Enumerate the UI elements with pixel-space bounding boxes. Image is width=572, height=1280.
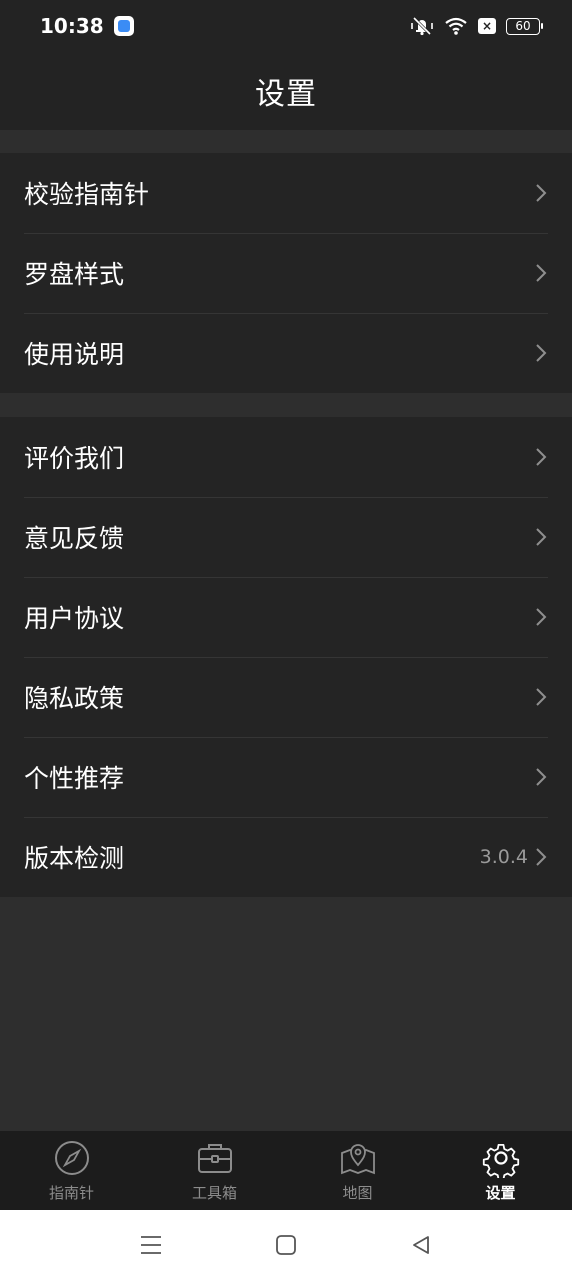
chevron-right-icon <box>536 608 547 626</box>
menu-item-right <box>534 606 548 628</box>
menu-item-right: 3.0.4 <box>480 846 548 868</box>
battery-indicator: 60 <box>506 17 543 35</box>
status-right: × 60 <box>410 16 543 36</box>
chevron-right-icon <box>536 688 547 706</box>
menu-item-right <box>534 182 548 204</box>
gear-icon <box>482 1143 519 1178</box>
version-value: 3.0.4 <box>479 846 528 868</box>
menu-item-label: 个性推荐 <box>24 764 125 793</box>
tab-label: 地图 <box>342 1184 373 1202</box>
menu-item-label: 罗盘样式 <box>24 260 125 289</box>
menu-item-right <box>534 686 548 708</box>
menu-item-rate-us[interactable]: 评价我们 <box>0 417 572 497</box>
sim-status-icon: × <box>478 18 496 34</box>
settings-group-general: 校验指南针 罗盘样式 使用说明 <box>0 153 572 393</box>
settings-group-about: 评价我们 意见反馈 用户协议 隐私政策 个性推荐 版本检测 3.0.4 <box>0 417 572 897</box>
mute-vibrate-icon <box>411 16 433 36</box>
menu-item-label: 意见反馈 <box>24 524 125 553</box>
menu-item-label: 版本检测 <box>24 844 125 873</box>
menu-item-right <box>534 526 548 548</box>
menu-item-label: 使用说明 <box>24 340 125 369</box>
tab-label: 工具箱 <box>191 1184 237 1202</box>
menu-item-label: 评价我们 <box>24 444 125 473</box>
menu-icon <box>141 1236 161 1254</box>
menu-item-right <box>534 342 548 364</box>
compass-icon <box>54 1141 89 1175</box>
menu-item-right <box>534 262 548 284</box>
nav-menu-button[interactable] <box>136 1230 166 1260</box>
menu-item-user-agreement[interactable]: 用户协议 <box>0 577 572 657</box>
toolbox-icon <box>197 1144 232 1173</box>
menu-item-right <box>534 766 548 788</box>
menu-item-personalized-recommendations[interactable]: 个性推荐 <box>0 737 572 817</box>
menu-item-feedback[interactable]: 意见反馈 <box>0 497 572 577</box>
map-pin-icon <box>340 1144 375 1175</box>
menu-item-instructions[interactable]: 使用说明 <box>0 313 572 393</box>
menu-item-right <box>534 446 548 468</box>
tab-label: 指南针 <box>48 1184 94 1202</box>
menu-item-label: 校验指南针 <box>24 180 150 209</box>
chevron-right-icon <box>536 848 547 866</box>
tab-toolbox[interactable]: 工具箱 <box>143 1131 286 1210</box>
status-time: 10:38 <box>40 14 104 38</box>
menu-item-calibrate-compass[interactable]: 校验指南针 <box>0 153 572 233</box>
chevron-right-icon <box>536 264 547 282</box>
bottom-tab-bar: 指南针 工具箱 地图 设置 <box>0 1131 572 1210</box>
page-title: 设置 <box>255 77 317 112</box>
status-bar: 10:38 × 60 <box>0 0 572 52</box>
chevron-right-icon <box>536 448 547 466</box>
chevron-right-icon <box>536 184 547 202</box>
app-notification-icon <box>113 16 134 36</box>
chevron-right-icon <box>536 528 547 546</box>
chevron-right-icon <box>536 344 547 362</box>
tab-settings[interactable]: 设置 <box>429 1131 572 1210</box>
system-nav-bar <box>0 1210 572 1280</box>
tab-compass[interactable]: 指南针 <box>0 1131 143 1210</box>
menu-item-version-check[interactable]: 版本检测 3.0.4 <box>0 817 572 897</box>
tab-label: 设置 <box>485 1184 516 1202</box>
menu-item-label: 隐私政策 <box>24 684 125 713</box>
back-triangle-icon <box>413 1236 429 1254</box>
tab-map[interactable]: 地图 <box>286 1131 429 1210</box>
chevron-right-icon <box>536 768 547 786</box>
wifi-icon <box>445 17 467 35</box>
home-square-icon <box>276 1235 296 1255</box>
menu-item-privacy-policy[interactable]: 隐私政策 <box>0 657 572 737</box>
menu-item-label: 用户协议 <box>24 604 125 633</box>
nav-back-button[interactable] <box>406 1230 436 1260</box>
title-bar: 设置 <box>0 52 572 130</box>
nav-home-button[interactable] <box>271 1230 301 1260</box>
menu-item-compass-style[interactable]: 罗盘样式 <box>0 233 572 313</box>
status-left: 10:38 <box>40 14 134 38</box>
